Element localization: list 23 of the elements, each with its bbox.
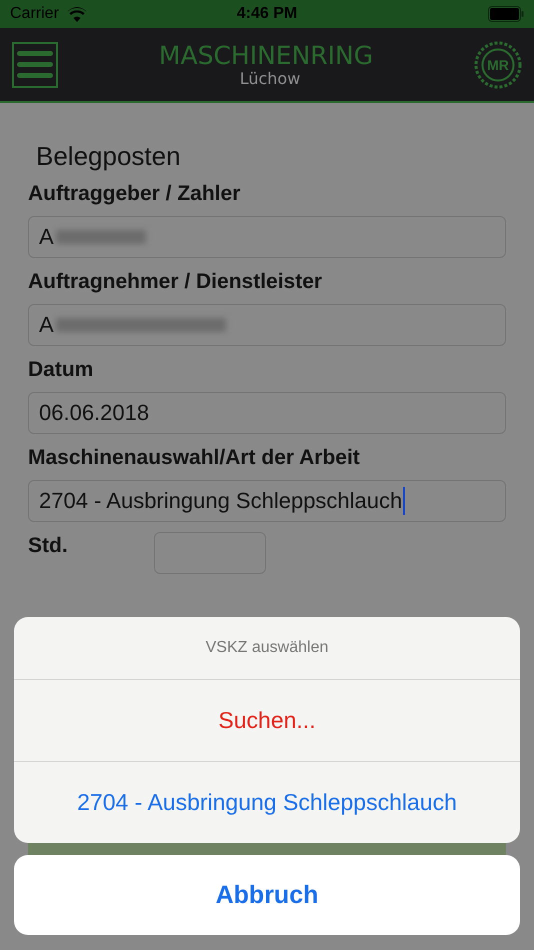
brand-subtitle: Lüchow: [240, 70, 300, 88]
logo-badge: MR: [474, 40, 522, 88]
cancel-button[interactable]: Abbruch: [14, 855, 520, 935]
wifi-icon: [66, 6, 87, 22]
field-label: Auftragnehmer / Dienstleister: [28, 269, 324, 295]
input-field[interactable]: A: [28, 216, 506, 258]
sheet-title: VSKZ auswählen: [14, 617, 520, 680]
action-button[interactable]: 2704 - Ausbringung Schleppschlauch: [14, 761, 520, 843]
battery-icon: [488, 6, 524, 22]
field-label: Datum: [28, 357, 94, 383]
field-label: Auftraggeber / Zahler: [28, 181, 242, 207]
carrier-label: Carrier: [10, 5, 59, 23]
menu-button[interactable]: [12, 42, 58, 88]
action-button[interactable]: Suchen...: [14, 680, 520, 761]
field-label: Maschinenauswahl/Art der Arbeit: [28, 445, 361, 471]
input-field[interactable]: 06.06.2018: [28, 392, 506, 434]
field-label: Std.: [28, 533, 68, 559]
menu-icon: [17, 50, 53, 78]
input-field[interactable]: 2704 - Ausbringung Schleppschlauch: [28, 480, 506, 522]
input-field[interactable]: A: [28, 304, 506, 346]
brand-title: MASCHINENRING: [158, 42, 374, 70]
clock-time: 4:46 PM: [236, 5, 298, 23]
form-title: Belegposten: [36, 141, 182, 171]
